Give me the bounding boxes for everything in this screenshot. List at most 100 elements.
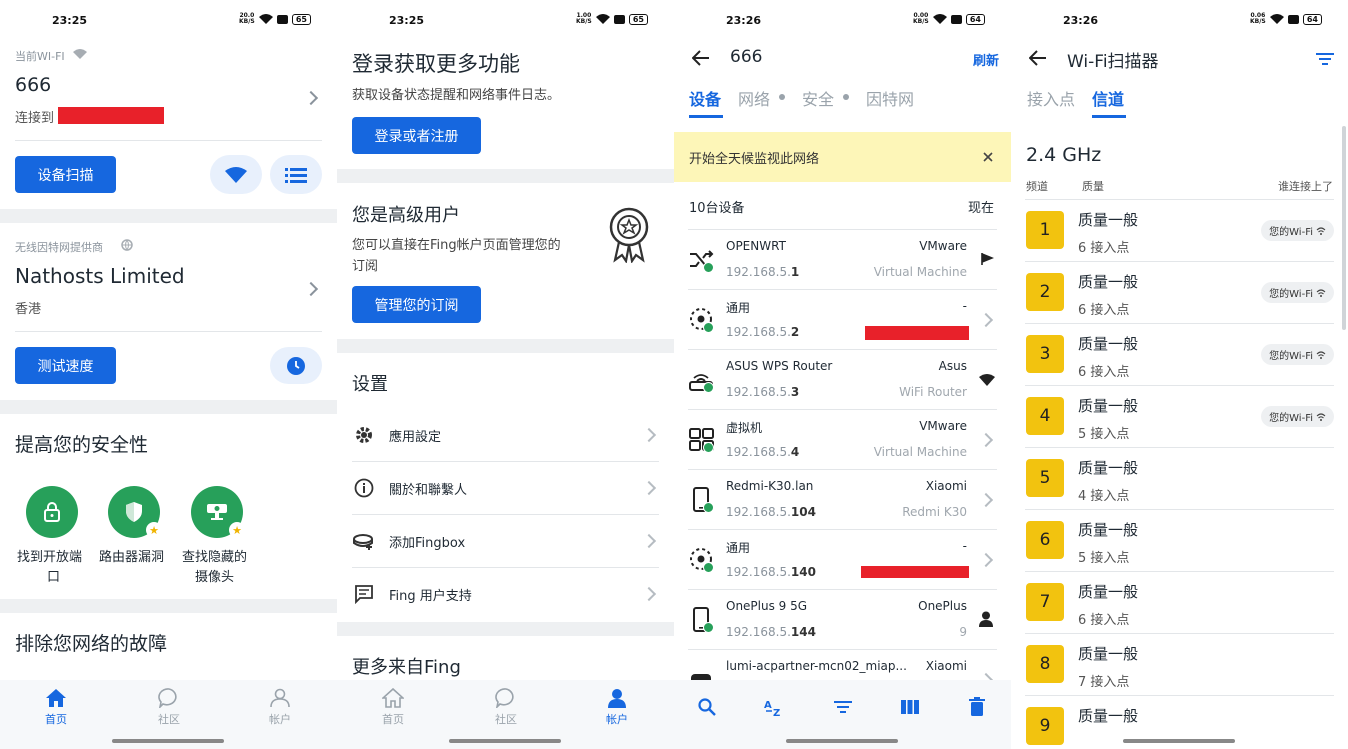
tab-security[interactable]: 安全 — [802, 86, 834, 110]
section-divider — [0, 209, 337, 223]
settings-item-app-settings[interactable]: 應用設定 — [352, 409, 659, 462]
isp-card[interactable]: Nathosts Limited 香港 — [0, 258, 337, 320]
tab-label: 首页 — [45, 713, 67, 726]
tab-home[interactable]: 首页 — [26, 688, 86, 727]
redacted-block — [861, 566, 969, 578]
login-register-button[interactable]: 登录或者注册 — [352, 117, 481, 154]
chevron-right-icon — [641, 480, 657, 496]
list-icon — [285, 167, 307, 183]
settings-item-add-fingbox[interactable]: 添加Fingbox — [352, 515, 659, 568]
search-icon[interactable] — [698, 698, 716, 716]
channel-row[interactable]: 7 质量一般 6 接入点 — [1025, 572, 1334, 634]
chevron-right-icon — [978, 492, 994, 508]
tab-internet[interactable]: 因特网 — [866, 86, 914, 110]
channel-ap-count: 5 接入点 — [1078, 551, 1130, 566]
current-wifi-label: 当前WI-FI — [15, 50, 65, 63]
column-quality: 质量 — [1082, 180, 1104, 193]
wifi-status-icon — [258, 14, 273, 24]
status-time: 23:26 — [1063, 14, 1099, 27]
scrollbar[interactable] — [1342, 126, 1346, 330]
channel-row[interactable]: 2 质量一般 6 接入点 您的Wi-Fi — [1025, 262, 1334, 324]
tab-community[interactable]: 社区 — [139, 688, 199, 727]
router-vulnerability-item[interactable]: ★ 路由器漏洞 — [92, 486, 178, 586]
channel-quality: 质量一般 — [1078, 583, 1139, 601]
hidden-camera-item[interactable]: ★ 查找隐藏的 摄像头 — [175, 486, 261, 586]
login-title: 登录获取更多功能 — [352, 52, 520, 76]
wifi-scanner-screen: 23:26 0.06 KB/S 64 Wi-Fi扫描器 接入点 信道 2.4 G… — [1011, 0, 1348, 749]
security-item-label: 路由器漏洞 — [99, 550, 165, 565]
device-name: 通用 — [726, 541, 751, 555]
isp-location: 香港 — [15, 302, 42, 317]
device-name: OPENWRT — [726, 239, 786, 253]
tab-community[interactable]: 社区 — [476, 688, 536, 727]
channel-quality: 质量一般 — [1078, 211, 1139, 229]
tab-home[interactable]: 首页 — [363, 688, 423, 727]
channel-number: 7 — [1026, 583, 1064, 621]
star-icon: ★ — [146, 522, 162, 538]
close-icon[interactable] — [983, 152, 993, 162]
wifi-network-card[interactable]: 666 连接到 — [0, 68, 337, 128]
bottom-tab-bar: 首页 社区 帐户 — [337, 680, 674, 749]
device-row[interactable]: 虚拟机 VMware 192.168.5.4 Virtual Machine — [688, 410, 997, 470]
scan-devices-button[interactable]: 设备扫描 — [15, 156, 116, 193]
your-wifi-label: 您的Wi-Fi — [1269, 289, 1313, 300]
tab-label: 首页 — [382, 713, 404, 726]
device-row[interactable]: OPENWRT VMware 192.168.5.1 Virtual Machi… — [688, 230, 997, 290]
login-description: 获取设备状态提醒和网络事件日志。 — [352, 88, 561, 103]
settings-item-label: 關於和聯繫人 — [389, 483, 468, 498]
chat-icon — [495, 688, 514, 708]
back-arrow-icon[interactable] — [1029, 50, 1047, 66]
channel-row[interactable]: 3 质量一般 6 接入点 您的Wi-Fi — [1025, 324, 1334, 386]
status-bar: 23:25 1.00 KB/S 65 — [337, 0, 674, 42]
chevron-right-icon — [641, 427, 657, 443]
tab-label: 社区 — [495, 713, 517, 726]
device-row[interactable]: Redmi-K30.lan Xiaomi 192.168.5.104 Redmi… — [688, 470, 997, 530]
tab-channels[interactable]: 信道 — [1092, 86, 1124, 110]
your-wifi-label: 您的Wi-Fi — [1269, 227, 1313, 238]
home-indicator — [112, 739, 224, 743]
tab-access-points[interactable]: 接入点 — [1027, 86, 1075, 110]
section-divider — [337, 339, 674, 353]
monitor-banner[interactable]: 开始全天候监视此网络 — [674, 132, 1011, 182]
channel-row[interactable]: 5 质量一般 4 接入点 — [1025, 448, 1334, 510]
device-row[interactable]: OnePlus 9 5G OnePlus 192.168.5.144 9 — [688, 590, 997, 650]
channel-row[interactable]: 1 质量一般 6 接入点 您的Wi-Fi — [1025, 200, 1334, 262]
device-vendor: Xiaomi — [925, 659, 967, 673]
flag-icon — [981, 253, 994, 265]
tab-account[interactable]: 帐户 — [587, 688, 647, 727]
back-arrow-icon[interactable] — [692, 50, 710, 66]
tab-account[interactable]: 帐户 — [250, 688, 310, 727]
device-ip-prefix: 192.168.5. — [726, 565, 791, 579]
info-icon — [354, 478, 374, 498]
channel-row[interactable]: 8 质量一般 7 接入点 — [1025, 634, 1334, 696]
filter-icon[interactable] — [834, 700, 852, 714]
svg-text:Z: Z — [773, 708, 780, 717]
tab-network[interactable]: 网络 — [738, 86, 770, 110]
wifi-scanner-button[interactable] — [210, 155, 262, 194]
home-indicator — [1123, 739, 1235, 743]
speed-test-button[interactable]: 测试速度 — [15, 347, 116, 384]
premium-description: 您可以直接在Fing帐户页面管理您的 — [352, 238, 561, 253]
manage-subscription-button[interactable]: 管理您的订阅 — [352, 286, 481, 323]
columns-icon[interactable] — [901, 700, 919, 714]
device-ip-prefix: 192.168.5. — [726, 505, 791, 519]
filter-icon[interactable] — [1316, 52, 1334, 66]
refresh-button[interactable]: 刷新 — [973, 50, 999, 69]
channel-row[interactable]: 4 质量一般 5 接入点 您的Wi-Fi — [1025, 386, 1334, 448]
sort-az-icon[interactable]: AZ — [764, 697, 784, 717]
trash-icon[interactable] — [969, 697, 985, 716]
device-row[interactable]: ASUS WPS Router Asus 192.168.5.3 WiFi Ro… — [688, 350, 997, 410]
settings-item-about[interactable]: 關於和聯繫人 — [352, 462, 659, 515]
premium-title: 您是高级用户 — [352, 205, 460, 226]
speed-history-button[interactable] — [270, 347, 322, 384]
channel-row[interactable]: 6 质量一般 5 接入点 — [1025, 510, 1334, 572]
person-icon — [979, 611, 993, 627]
device-row[interactable]: 通用 - 192.168.5.140 — [688, 530, 997, 590]
device-list-button[interactable] — [270, 155, 322, 194]
chat-icon — [158, 688, 177, 708]
find-open-ports-item[interactable]: 找到开放端 口 — [10, 486, 96, 586]
tab-devices[interactable]: 设备 — [689, 86, 721, 110]
device-row[interactable]: 通用 - 192.168.5.2 — [688, 290, 997, 350]
settings-item-support[interactable]: Fing 用户支持 — [352, 568, 659, 621]
section-divider — [0, 400, 337, 414]
